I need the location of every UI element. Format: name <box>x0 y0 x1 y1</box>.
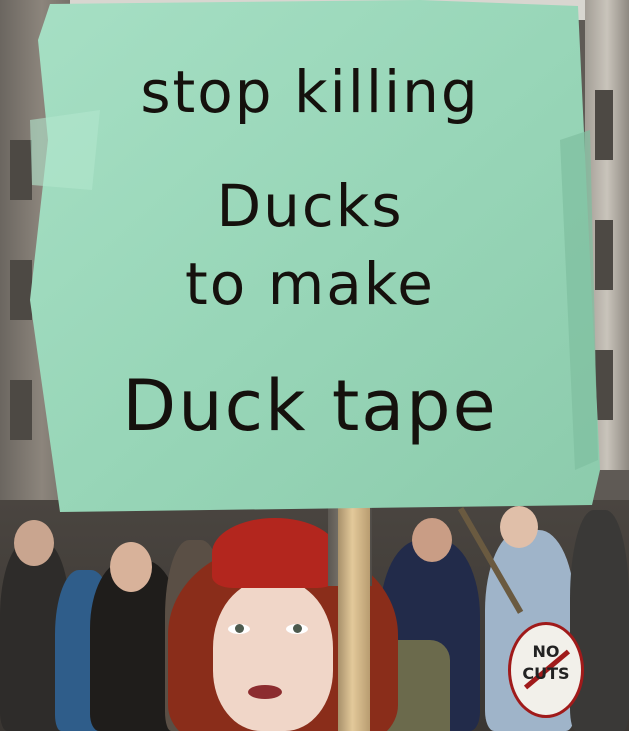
sign-line-1: stop killing <box>140 58 480 126</box>
sign-line-2: Ducks <box>216 172 404 240</box>
sign-line-3: to make <box>185 250 435 318</box>
sign-line-4: Duck tape <box>122 365 498 447</box>
sign-text: stop killing Ducks to make Duck tape <box>40 40 580 480</box>
protest-photo: NO CUTS stop killing Ducks to make Duck … <box>0 0 629 731</box>
